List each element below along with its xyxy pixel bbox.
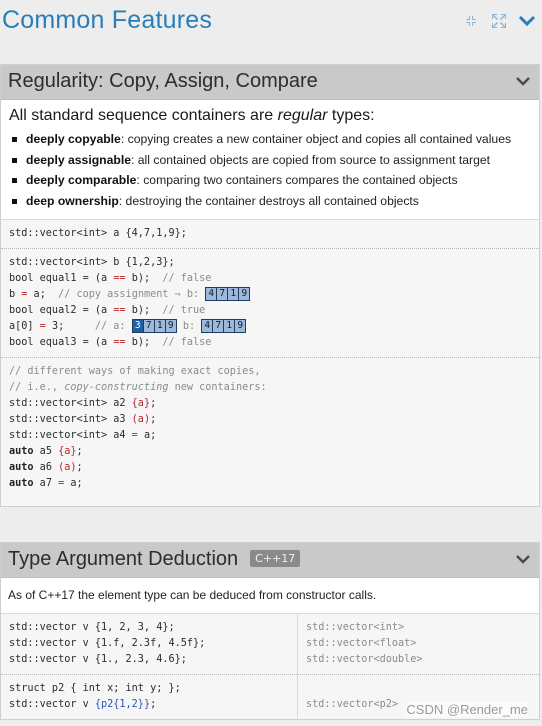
- code-block: std::vector<int> a {4,7,1,9};: [1, 220, 539, 248]
- code-line: std::vector v {p2{1,2}};: [9, 699, 157, 710]
- page-header: Common Features: [0, 0, 542, 48]
- code-line: std::vector v {1.f, 2.3f, 4.5f};: [9, 638, 206, 649]
- deduced-type: std::vector<int>: [306, 622, 405, 633]
- regularity-intro: All standard sequence containers are reg…: [1, 100, 539, 125]
- list-item: deep ownership: destroying the container…: [12, 191, 539, 212]
- code-line: bool equal2 = (a == b); // true: [9, 305, 206, 316]
- array-visual-b2: 4719: [201, 319, 247, 333]
- code-column-left: std::vector v {1, 2, 3, 4}; std::vector …: [1, 614, 298, 719]
- code-line: auto a6 (a);: [9, 462, 83, 473]
- code-block: std::vector<int> b {1,2,3}; bool equal1 …: [1, 248, 539, 357]
- code-line: std::vector v {1., 2.3, 4.6};: [9, 654, 187, 665]
- chevron-down-icon[interactable]: [515, 553, 531, 567]
- code-line: std::vector<int> b {1,2,3};: [9, 257, 175, 268]
- intro-emphasis: regular: [277, 107, 328, 124]
- deduced-type: std::vector<float>: [306, 638, 417, 649]
- chevron-down-icon[interactable]: [515, 75, 531, 89]
- list-item: deeply copyable: copying creates a new c…: [12, 129, 539, 150]
- code-line: std::vector<int> a {4,7,1,9};: [9, 228, 187, 239]
- code-line: std::vector<int> a3 (a);: [9, 414, 157, 425]
- code-line: auto a7 = a;: [9, 478, 83, 489]
- deduced-type: std::vector<double>: [306, 654, 423, 665]
- regularity-card: Regularity: Copy, Assign, Compare All st…: [0, 64, 540, 507]
- intro-text-end: types:: [327, 107, 375, 124]
- code-line: bool equal1 = (a == b); // false: [9, 273, 212, 284]
- code-line: struct p2 { int x; int y; };: [9, 683, 181, 694]
- expand-all-icon[interactable]: [490, 12, 508, 30]
- header-icons: [462, 12, 536, 30]
- deduction-card-title: Type Argument Deduction C++17: [8, 548, 301, 571]
- list-item: deeply comparable: comparing two contain…: [12, 170, 539, 191]
- deduction-card: Type Argument Deduction C++17 As of C++17…: [0, 542, 540, 720]
- array-visual-b: 4719: [205, 287, 251, 301]
- regularity-code: std::vector<int> a {4,7,1,9}; std::vecto…: [1, 219, 539, 506]
- page-title: Common Features: [2, 6, 213, 34]
- code-line: b = a; // copy assignment ⇒ b: 4719: [9, 287, 531, 303]
- code-line: auto a5 {a};: [9, 446, 83, 457]
- code-block: // different ways of making exact copies…: [1, 357, 539, 498]
- list-item: deeply assignable: all contained objects…: [12, 150, 539, 171]
- watermark: CSDN @Render_me: [406, 702, 528, 717]
- chevron-down-icon[interactable]: [518, 12, 536, 30]
- code-line: std::vector v {1, 2, 3, 4};: [9, 622, 175, 633]
- code-comment: // i.e., copy-constructing new container…: [9, 382, 267, 393]
- deduction-intro: As of C++17 the element type can be dedu…: [8, 588, 377, 602]
- version-badge: C++17: [250, 550, 301, 567]
- regularity-card-header[interactable]: Regularity: Copy, Assign, Compare: [1, 65, 539, 100]
- code-comment: // different ways of making exact copies…: [9, 366, 261, 377]
- intro-text: All standard sequence containers are: [9, 107, 278, 124]
- array-visual-a: 3719: [131, 319, 177, 333]
- code-line: std::vector<int> a4 = a;: [9, 430, 157, 441]
- deduction-card-header[interactable]: Type Argument Deduction C++17: [1, 543, 539, 578]
- code-line: a[0] = 3; // a: 3719 b: 4719: [9, 319, 531, 335]
- code-line: std::vector<int> a2 {a};: [9, 398, 157, 409]
- collapse-all-icon[interactable]: [462, 12, 480, 30]
- regularity-card-title: Regularity: Copy, Assign, Compare: [8, 70, 318, 92]
- regularity-bullets: deeply copyable: copying creates a new c…: [1, 129, 539, 219]
- code-line: bool equal3 = (a == b); // false: [9, 337, 212, 348]
